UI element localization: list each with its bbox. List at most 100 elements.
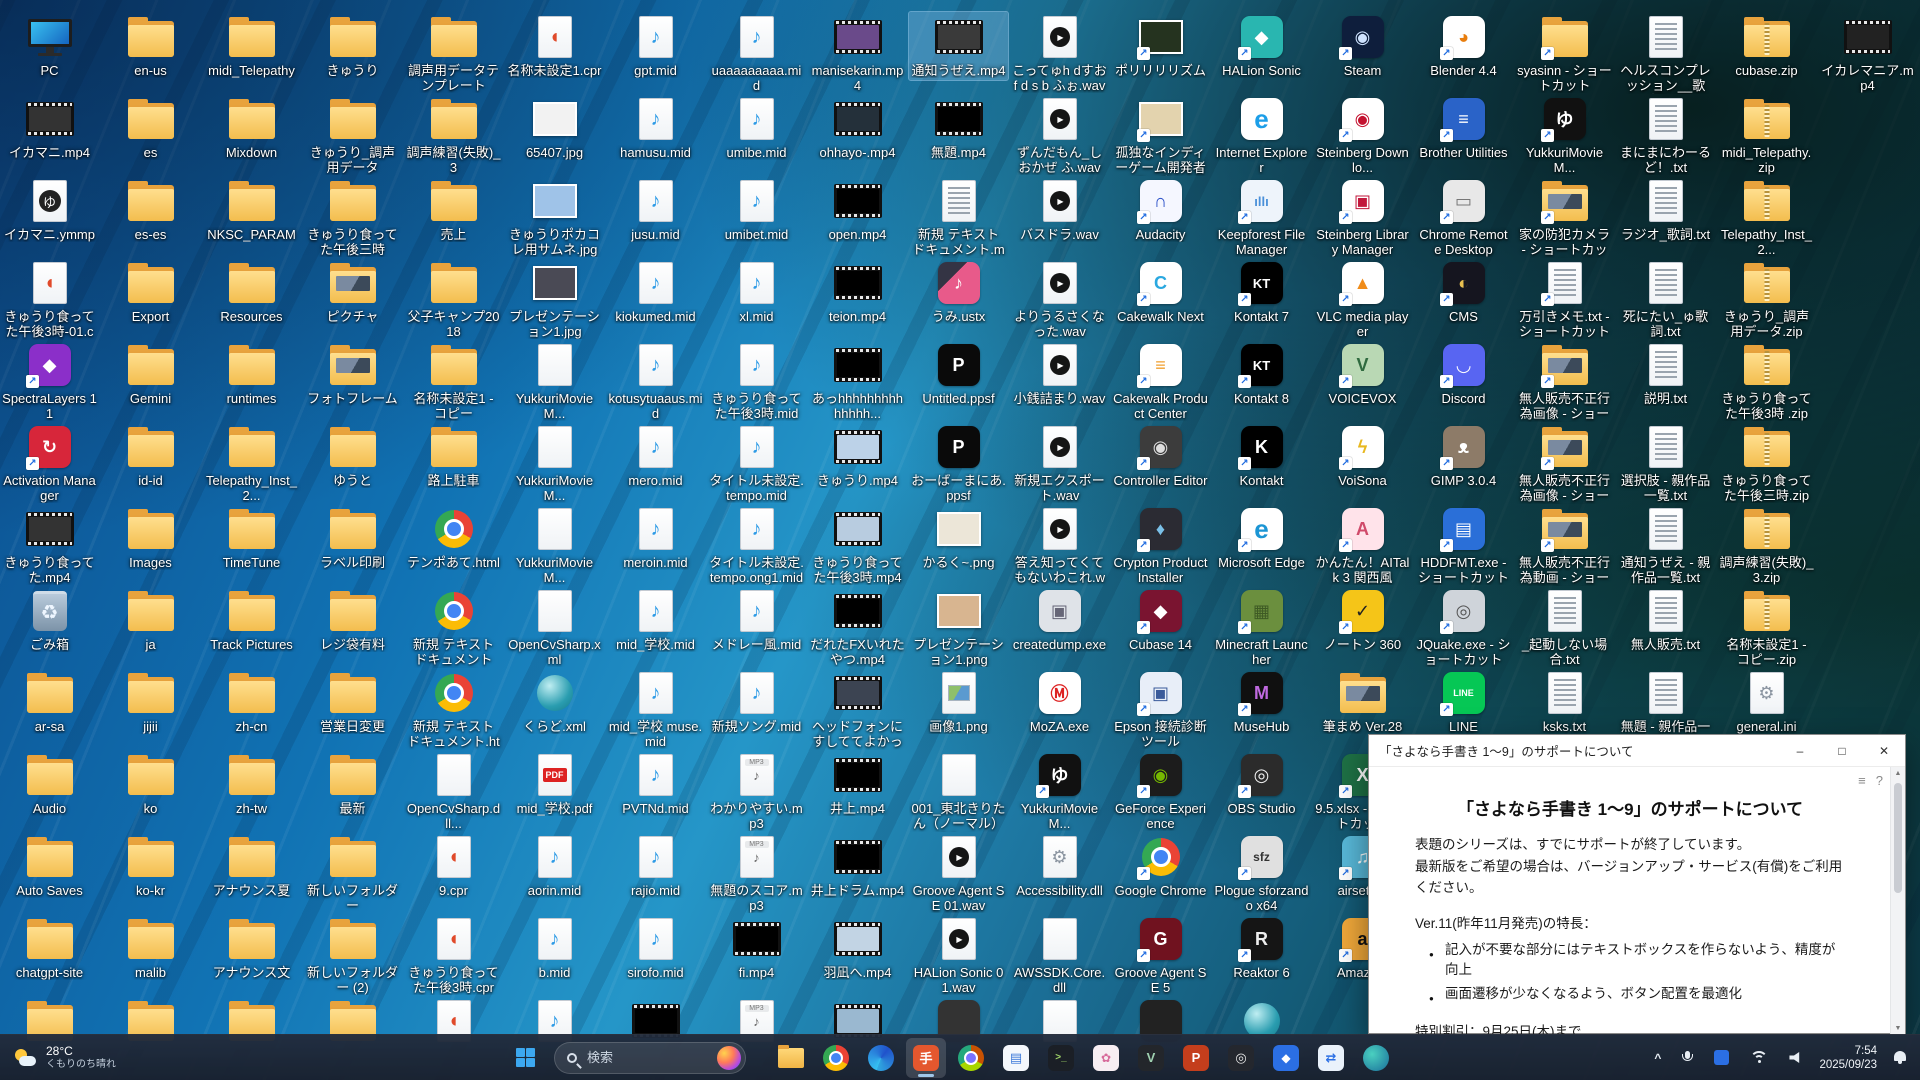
desktop-icon[interactable]: ◕↗Blender 4.4 — [1414, 12, 1513, 80]
desktop-icon[interactable]: 新規 テキスト ドキュメント.html — [404, 668, 503, 752]
desktop-icon[interactable]: ♪umibe.mid — [707, 94, 806, 162]
desktop-icon[interactable]: ヘルスコンプレッション__歌詞.txt — [1616, 12, 1715, 96]
desktop-icon[interactable]: ↗ポリリリリズム — [1111, 12, 1210, 80]
microphone-tray-icon[interactable] — [1678, 1047, 1697, 1069]
desktop-icon[interactable]: ◆↗HALion Sonic — [1212, 12, 1311, 80]
desktop-icon[interactable]: V↗VOICEVOX — [1313, 340, 1412, 408]
desktop-icon[interactable]: K↗Kontakt — [1212, 422, 1311, 490]
desktop-icon[interactable]: きゅうり食ってた午後三時.zip — [1717, 422, 1816, 505]
desktop-icon[interactable]: ko-kr — [101, 832, 200, 900]
desktop-icon[interactable]: ▣↗Epson 接続診断ツール — [1111, 668, 1210, 751]
desktop-icon[interactable]: ♪mero.mid — [606, 422, 705, 490]
close-button[interactable]: ✕ — [1863, 735, 1905, 766]
desktop-icon[interactable]: YukkuriMovieM... — [505, 422, 604, 505]
desktop-icon[interactable]: teion.mp4 — [808, 258, 907, 326]
desktop-icon[interactable]: ▤↗HDDFMT.exe - ショートカット — [1414, 504, 1513, 587]
desktop-icon[interactable]: ✓↗ノートン 360 — [1313, 586, 1412, 654]
desktop-icon[interactable]: e↗Microsoft Edge — [1212, 504, 1311, 572]
desktop-icon[interactable]: ゆうと — [303, 422, 402, 490]
desktop-icon[interactable]: MP3♪無題のスコア.mp3 — [707, 832, 806, 915]
desktop-icon[interactable]: ksks.txt — [1515, 668, 1614, 736]
desktop-icon[interactable]: ♪uaaaaaaaaa.mid — [707, 12, 806, 95]
desktop-icon[interactable]: ◖9.cpr — [404, 832, 503, 900]
desktop-icon[interactable]: 65407.jpg — [505, 94, 604, 162]
desktop-icon[interactable]: id-id — [101, 422, 200, 490]
desktop-icon[interactable]: _起動しない場合.txt — [1515, 586, 1614, 669]
desktop-icon[interactable]: きゅうり — [303, 12, 402, 80]
desktop-icon[interactable]: 選択肢 - 親作品一覧.txt — [1616, 422, 1715, 505]
desktop-icon[interactable]: ◉↗Steam — [1313, 12, 1412, 80]
desktop-icon[interactable]: ◎↗OBS Studio — [1212, 750, 1311, 818]
desktop-icon[interactable]: 筆まめ Ver.28 — [1313, 668, 1412, 736]
desktop-icon[interactable]: ♪hamusu.mid — [606, 94, 705, 162]
desktop-icon[interactable]: ↗孤独なインディーゲーム開発者の一生 ... — [1111, 94, 1210, 178]
desktop-icon[interactable]: 無題.mp4 — [909, 94, 1008, 162]
desktop-icon[interactable]: ♪うみ.ustx — [909, 258, 1008, 326]
desktop-icon[interactable]: cubase.zip — [1717, 12, 1816, 80]
desktop-icon[interactable]: 井上ドラム.mp4 — [808, 832, 907, 900]
desktop-icon[interactable]: open.mp4 — [808, 176, 907, 244]
desktop-icon[interactable]: Gemini — [101, 340, 200, 408]
desktop-icon[interactable]: Export — [101, 258, 200, 326]
desktop-icon[interactable]: ↗syasinn - ショートカット — [1515, 12, 1614, 95]
help-icon[interactable]: ? — [1876, 773, 1883, 788]
desktop-icon[interactable]: midi_Telepathy.zip — [1717, 94, 1816, 177]
desktop-icon[interactable]: 売上 — [404, 176, 503, 244]
desktop-icon[interactable]: ♦↗Crypton Product Installer — [1111, 504, 1210, 587]
desktop-icon[interactable]: ◖名称未設定1.cpr — [505, 12, 604, 80]
desktop-icon[interactable]: KT↗Kontakt 8 — [1212, 340, 1311, 408]
desktop-icon[interactable]: ja — [101, 586, 200, 654]
desktop-icon[interactable]: ♪kotusytuaaus.mid — [606, 340, 705, 423]
desktop-icon[interactable]: ▭↗Chrome Remote Desktop — [1414, 176, 1513, 259]
desktop-icon[interactable]: ♪PVTNd.mid — [606, 750, 705, 818]
desktop-icon[interactable]: 新規 テキスト ドキュメント.musicxml — [909, 176, 1008, 260]
desktop-icon[interactable]: OpenCvSharp.dll... — [404, 750, 503, 833]
desktop-icon[interactable]: ⚙Accessibility.dll — [1010, 832, 1109, 900]
taskbar-app-google-chrome[interactable] — [816, 1038, 856, 1078]
desktop-icon[interactable]: ▶よりうるさくなった.wav — [1010, 258, 1109, 341]
menu-icon[interactable]: ≡ — [1858, 773, 1866, 788]
hidden-icons-button[interactable]: ^ — [1650, 1049, 1665, 1067]
desktop-icon[interactable]: ◉↗GeForce Experience — [1111, 750, 1210, 833]
desktop-icon[interactable]: TimeTune — [202, 504, 301, 572]
desktop-icon[interactable]: ◆↗Cubase 14 — [1111, 586, 1210, 654]
desktop-icon[interactable]: ▶HALion Sonic 01.wav — [909, 914, 1008, 997]
desktop-icon[interactable]: ▶こってゅh dすおf d s b ふぉ.wav — [1010, 12, 1109, 95]
desktop-icon[interactable]: Audio — [0, 750, 99, 818]
minimize-button[interactable]: – — [1779, 735, 1821, 766]
desktop-icon[interactable]: ピクチャ — [303, 258, 402, 326]
desktop-icon[interactable]: ♪メドレー風.mid — [707, 586, 806, 654]
desktop-icon[interactable]: ↗無人販売不正行為画像 - ショートカッ... — [1515, 340, 1614, 424]
desktop-icon[interactable]: 説明.txt — [1616, 340, 1715, 408]
taskbar-app-code-app[interactable]: ◆ — [1266, 1038, 1306, 1078]
desktop-icon[interactable]: 001_東北きりたん（ノーマル）_少しゃ... — [909, 750, 1008, 834]
desktop-icon[interactable]: 調声練習(失敗)_3 — [404, 94, 503, 177]
network-tray-icon[interactable] — [1746, 1047, 1772, 1068]
desktop-icon[interactable]: Mixdown — [202, 94, 301, 162]
desktop-icon[interactable]: NKSC_PARAM — [202, 176, 301, 244]
desktop-icon[interactable]: en-us — [101, 12, 200, 80]
desktop-icon[interactable]: きゅうり.mp4 — [808, 422, 907, 490]
desktop-icon[interactable]: ↗家の防犯カメラ - ショートカット — [1515, 176, 1614, 260]
desktop-icon[interactable]: ≡↗Brother Utilities — [1414, 94, 1513, 162]
desktop-icon[interactable]: PUntitled.ppsf — [909, 340, 1008, 408]
desktop-icon[interactable]: ıllı↗Keepforest File Manager — [1212, 176, 1311, 259]
desktop-icon[interactable]: ♪b.mid — [505, 914, 604, 982]
desktop-icon[interactable]: プレゼンテーション1.png — [909, 586, 1008, 669]
taskbar-app-terminal[interactable]: >_ — [1041, 1038, 1081, 1078]
desktop-icon[interactable]: ◖きゅうり食ってた午後3時.cpr — [404, 914, 503, 997]
desktop-icon[interactable]: G↗Groove Agent SE 5 — [1111, 914, 1210, 997]
taskbar-app-obs-studio[interactable]: ◎ — [1221, 1038, 1261, 1078]
desktop-icon[interactable]: ♪umibet.mid — [707, 176, 806, 244]
desktop-icon[interactable]: アナウンス文 — [202, 914, 301, 982]
dialog-scrollbar[interactable]: ▲ ▼ — [1890, 767, 1905, 1035]
desktop-icon[interactable]: sfz↗Plogue sforzando x64 — [1212, 832, 1311, 915]
desktop-icon[interactable]: ♪aorin.mid — [505, 832, 604, 900]
desktop-icon[interactable]: ϟ↗VoiSona — [1313, 422, 1412, 490]
taskbar-search[interactable] — [554, 1042, 746, 1074]
desktop-icon[interactable]: 名称未設定1 - コピー.zip — [1717, 586, 1816, 669]
desktop-icon[interactable]: A↗かんたん！AITalk 3 関西風 — [1313, 504, 1412, 587]
desktop-icon[interactable]: 調声練習(失敗)_3.zip — [1717, 504, 1816, 587]
desktop-icon[interactable]: 最新 — [303, 750, 402, 818]
desktop-icon[interactable]: 井上.mp4 — [808, 750, 907, 818]
